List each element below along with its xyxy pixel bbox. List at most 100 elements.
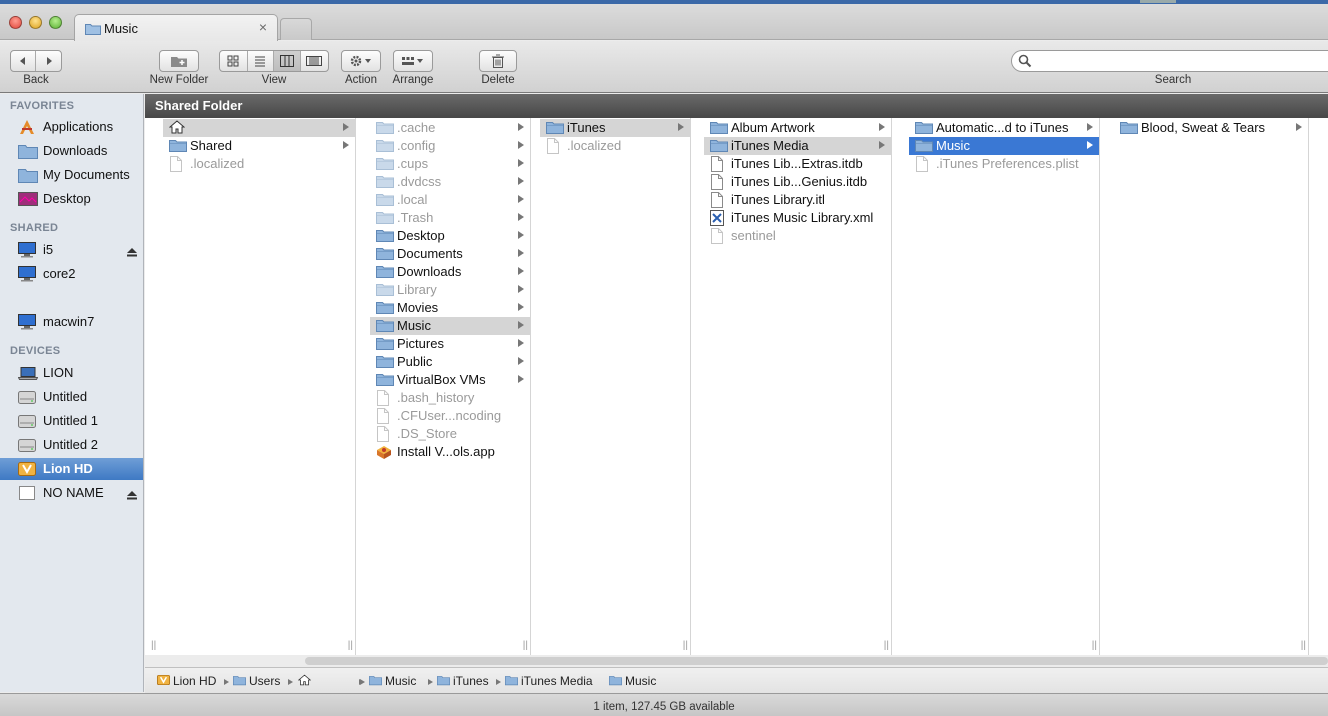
- list-item[interactable]: Public: [370, 353, 530, 371]
- breadcrumb-item[interactable]: [297, 674, 314, 690]
- action-menu-button[interactable]: [341, 50, 381, 72]
- list-item[interactable]: Library: [370, 281, 530, 299]
- sidebar-item-applications[interactable]: Applications: [0, 116, 143, 138]
- back-button[interactable]: [11, 51, 37, 71]
- sidebar-item-label: i5: [43, 242, 54, 257]
- search-input[interactable]: [1036, 53, 1326, 69]
- list-item[interactable]: VirtualBox VMs: [370, 371, 530, 389]
- eject-icon[interactable]: [127, 488, 137, 503]
- list-item[interactable]: Album Artwork: [704, 119, 891, 137]
- list-item[interactable]: .CFUser...ncoding: [370, 407, 530, 425]
- list-item[interactable]: Downloads: [370, 263, 530, 281]
- sidebar-item-untitled-2[interactable]: Untitled 2: [0, 434, 143, 456]
- home-folder-row[interactable]: [163, 119, 355, 137]
- list-item[interactable]: .bash_history: [370, 389, 530, 407]
- column-resize-handle[interactable]: ||: [523, 640, 528, 651]
- forward-button[interactable]: [36, 51, 61, 71]
- list-item[interactable]: iTunes Music Library.xml: [704, 209, 891, 227]
- list-item[interactable]: .cups: [370, 155, 530, 173]
- column-resize-handle[interactable]: ||: [1092, 640, 1097, 651]
- list-item[interactable]: Documents: [370, 245, 530, 263]
- list-item[interactable]: .config: [370, 137, 530, 155]
- list-item[interactable]: Install V...ols.app: [370, 443, 530, 461]
- list-item[interactable]: Movies: [370, 299, 530, 317]
- breadcrumb-item[interactable]: iTunes Media: [505, 674, 609, 690]
- search-field[interactable]: [1011, 50, 1328, 72]
- list-item[interactable]: .localized: [540, 137, 690, 155]
- column-resize-handle[interactable]: ||: [884, 640, 889, 651]
- sidebar-item-lion-hd[interactable]: Lion HD: [0, 458, 143, 480]
- item-label: Pictures: [397, 336, 444, 351]
- list-view-button[interactable]: [248, 51, 275, 71]
- tab-close-icon[interactable]: ×: [259, 19, 267, 35]
- sidebar-item-desktop[interactable]: Desktop: [0, 188, 143, 210]
- zoom-window-button[interactable]: [49, 16, 62, 29]
- coverflow-view-button[interactable]: [301, 51, 328, 71]
- list-item[interactable]: .DS_Store: [370, 425, 530, 443]
- list-item[interactable]: iTunes Lib...Extras.itdb: [704, 155, 891, 173]
- breadcrumb-item[interactable]: iTunes: [437, 674, 499, 690]
- list-item[interactable]: iTunes: [540, 119, 690, 137]
- sidebar-item-i5[interactable]: i5: [0, 239, 143, 261]
- arrange-label: Arrange: [392, 74, 434, 86]
- disclosure-arrow-icon: [518, 339, 524, 347]
- sidebar-item-untitled-1[interactable]: Untitled 1: [0, 410, 143, 432]
- eject-icon[interactable]: [127, 245, 137, 260]
- breadcrumb-item[interactable]: Music: [609, 674, 664, 690]
- laptop-icon: [17, 365, 39, 384]
- title-bar[interactable]: Music ×: [0, 4, 1328, 42]
- list-item[interactable]: Desktop: [370, 227, 530, 245]
- list-item[interactable]: .cache: [370, 119, 530, 137]
- breadcrumb-item[interactable]: Users: [233, 674, 288, 690]
- list-item[interactable]: Shared: [163, 137, 355, 155]
- folder-icon: [546, 120, 564, 137]
- sidebar-item-downloads[interactable]: Downloads: [0, 140, 143, 162]
- sidebar-item-macwin7[interactable]: macwin7: [0, 311, 143, 333]
- list-item[interactable]: Blood, Sweat & Tears: [1114, 119, 1308, 137]
- sidebar-item-no-name[interactable]: NO NAME: [0, 482, 143, 504]
- sidebar-item-untitled[interactable]: Untitled: [0, 386, 143, 408]
- list-item[interactable]: .localized: [163, 155, 355, 173]
- tab-music[interactable]: Music ×: [74, 14, 278, 42]
- delete-button[interactable]: [479, 50, 517, 72]
- new-folder-button[interactable]: [159, 50, 199, 72]
- breadcrumb-label: Lion HD: [173, 674, 217, 688]
- sidebar-item-core2[interactable]: core2: [0, 263, 143, 285]
- close-window-button[interactable]: [9, 16, 22, 29]
- column-view-button[interactable]: [274, 51, 301, 71]
- list-item[interactable]: sentinel: [704, 227, 891, 245]
- column-resize-handle[interactable]: ||: [683, 640, 688, 651]
- breadcrumb-item[interactable]: Lion HD: [157, 674, 226, 690]
- list-item[interactable]: iTunes Library.itl: [704, 191, 891, 209]
- list-item[interactable]: Music: [370, 317, 530, 335]
- sidebar-item-my-documents[interactable]: My Documents: [0, 164, 143, 186]
- sidebar-item-lion[interactable]: LION: [0, 362, 143, 384]
- list-item[interactable]: Pictures: [370, 335, 530, 353]
- minimize-window-button[interactable]: [29, 16, 42, 29]
- grid-icon: [227, 55, 239, 67]
- breadcrumb-item[interactable]: Music: [369, 674, 424, 690]
- folder-icon: [437, 674, 450, 689]
- list-item[interactable]: Automatic...d to iTunes: [909, 119, 1099, 137]
- icon-view-button[interactable]: [220, 51, 248, 71]
- list-item[interactable]: iTunes Lib...Genius.itdb: [704, 173, 891, 191]
- folder-icon: [369, 674, 382, 689]
- horizontal-scrollbar[interactable]: [305, 657, 1328, 665]
- list-item[interactable]: .iTunes Preferences.plist: [909, 155, 1099, 173]
- list-item[interactable]: iTunes Media: [704, 137, 891, 155]
- gear-icon: [342, 51, 380, 71]
- column-resize-handle[interactable]: ||: [151, 640, 156, 651]
- arrange-menu-button[interactable]: [393, 50, 433, 72]
- document-icon: [169, 156, 183, 175]
- column-resize-handle[interactable]: ||: [1301, 640, 1306, 651]
- new-folder-label: New Folder: [149, 74, 209, 86]
- list-item[interactable]: .dvdcss: [370, 173, 530, 191]
- applications-icon: [18, 119, 36, 138]
- list-item[interactable]: Music: [909, 137, 1099, 155]
- folder-icon: [376, 138, 394, 155]
- disclosure-arrow-icon: [518, 249, 524, 257]
- list-item[interactable]: .local: [370, 191, 530, 209]
- list-item[interactable]: .Trash: [370, 209, 530, 227]
- new-tab-button[interactable]: [280, 18, 312, 40]
- column-resize-handle[interactable]: ||: [348, 640, 353, 651]
